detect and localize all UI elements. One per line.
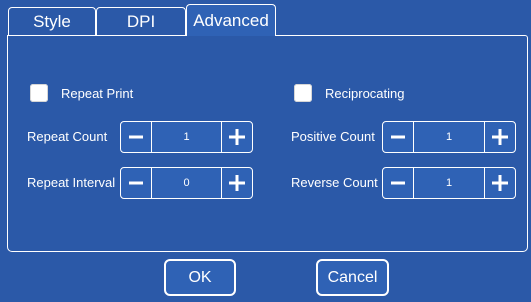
repeat-count-value[interactable]: 1 [151,122,222,152]
repeat-print-checkbox[interactable] [30,84,48,102]
positive-count-decrement-button[interactable] [383,122,413,152]
minus-icon [129,135,143,139]
repeat-interval-value[interactable]: 0 [151,168,222,198]
ok-button[interactable]: OK [164,259,236,296]
reciprocating-label: Reciprocating [325,85,405,101]
minus-icon [391,181,405,185]
repeat-count-label: Repeat Count [27,129,108,144]
reciprocating-checkbox[interactable] [294,84,312,102]
plus-icon [229,129,245,145]
cancel-button[interactable]: Cancel [316,259,389,296]
positive-count-stepper: 1 [382,121,516,153]
reverse-count-stepper: 1 [382,167,516,199]
reciprocating-option[interactable]: Reciprocating [294,84,405,102]
repeat-interval-stepper: 0 [120,167,253,199]
positive-count-label: Positive Count [291,129,375,144]
repeat-interval-label: Repeat Interval [27,175,116,190]
repeat-count-decrement-button[interactable] [121,122,151,152]
positive-count-increment-button[interactable] [485,122,515,152]
minus-icon [391,135,405,139]
tab-style[interactable]: Style [8,7,96,35]
repeat-interval-decrement-button[interactable] [121,168,151,198]
reverse-count-increment-button[interactable] [485,168,515,198]
minus-icon [129,181,143,185]
repeat-print-option[interactable]: Repeat Print [30,84,133,102]
plus-icon [492,175,508,191]
tab-advanced[interactable]: Advanced [186,4,276,36]
reverse-count-decrement-button[interactable] [383,168,413,198]
positive-count-value[interactable]: 1 [413,122,485,152]
repeat-count-stepper: 1 [120,121,253,153]
repeat-interval-increment-button[interactable] [222,168,252,198]
repeat-count-increment-button[interactable] [222,122,252,152]
plus-icon [229,175,245,191]
tab-dpi[interactable]: DPI [96,7,186,35]
plus-icon [492,129,508,145]
reverse-count-value[interactable]: 1 [413,168,485,198]
reverse-count-label: Reverse Count [291,175,378,190]
repeat-print-label: Repeat Print [61,85,134,101]
